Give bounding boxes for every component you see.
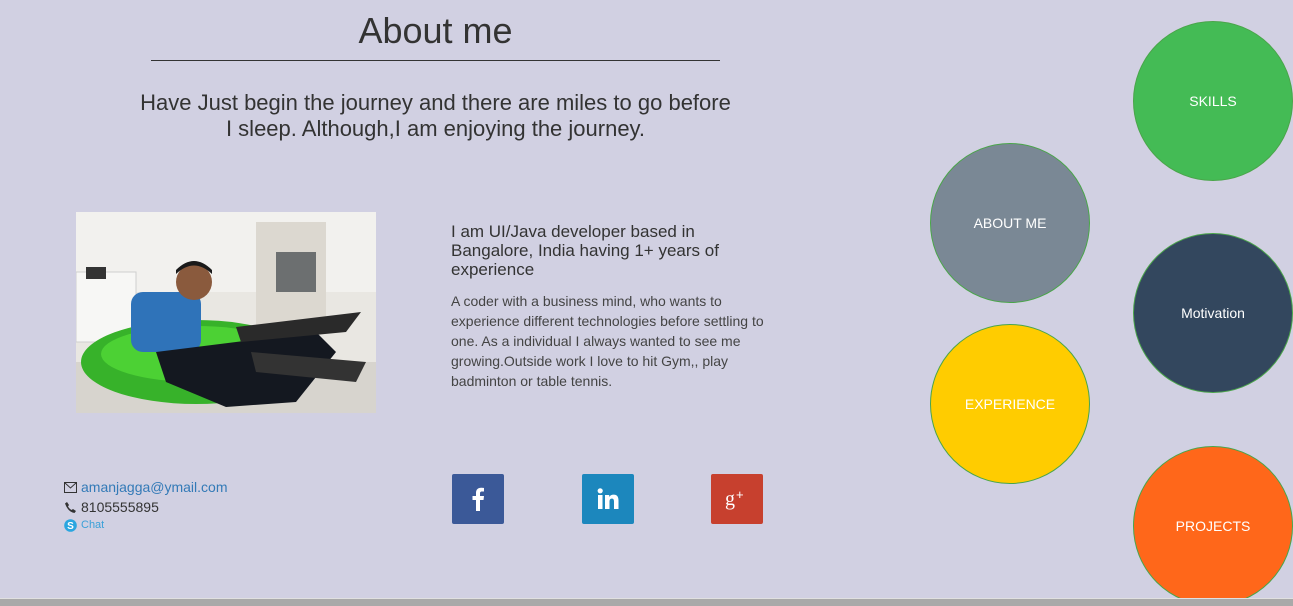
- phone-number: 8105555895: [81, 499, 159, 515]
- facebook-icon: [472, 487, 484, 511]
- svg-text:S: S: [67, 521, 74, 532]
- svg-text:g: g: [725, 488, 735, 510]
- profile-photo: [76, 212, 376, 413]
- phone-icon: [63, 500, 77, 514]
- page-title: About me: [358, 10, 513, 51]
- projects-label: PROJECTS: [1175, 518, 1251, 534]
- about-me-nav-button[interactable]: ABOUT ME: [930, 143, 1090, 303]
- about-me-label: ABOUT ME: [973, 215, 1047, 231]
- experience-label: EXPERIENCE: [964, 396, 1056, 412]
- motivation-nav-button[interactable]: Motivation: [1133, 233, 1293, 393]
- skills-label: SKILLS: [1189, 93, 1237, 109]
- google-plus-button[interactable]: g +: [711, 474, 763, 524]
- phone-row: 8105555895: [63, 497, 228, 517]
- chat-row: S Chat: [63, 517, 228, 533]
- bio-text: A coder with a business mind, who wants …: [451, 293, 764, 389]
- bio-headline: I am UI/Java developer based in Bangalor…: [451, 222, 719, 279]
- experience-nav-button[interactable]: EXPERIENCE: [930, 324, 1090, 484]
- contact-info: amanjagga@ymail.com 8105555895 S Chat: [63, 477, 228, 533]
- title-divider: [151, 60, 720, 61]
- linkedin-icon: [597, 488, 619, 509]
- linkedin-button[interactable]: [582, 474, 634, 524]
- email-row: amanjagga@ymail.com: [63, 477, 228, 497]
- envelope-icon: [63, 480, 77, 494]
- google-plus-icon: g +: [725, 487, 744, 510]
- svg-text:+: +: [736, 487, 744, 502]
- facebook-button[interactable]: [452, 474, 504, 524]
- skype-icon: S: [63, 518, 77, 532]
- tagline: Have Just begin the journey and there ar…: [140, 90, 731, 141]
- skills-nav-button[interactable]: SKILLS: [1133, 21, 1293, 181]
- chat-link[interactable]: Chat: [81, 515, 104, 535]
- projects-nav-button[interactable]: PROJECTS: [1133, 446, 1293, 606]
- email-link[interactable]: amanjagga@ymail.com: [81, 477, 228, 497]
- motivation-label: Motivation: [1181, 305, 1245, 321]
